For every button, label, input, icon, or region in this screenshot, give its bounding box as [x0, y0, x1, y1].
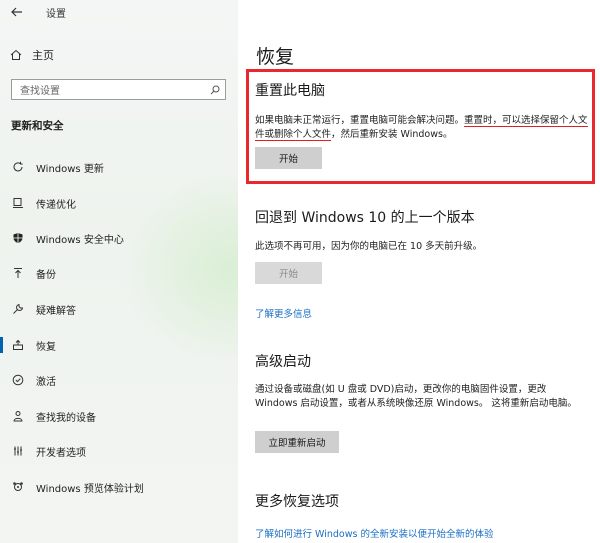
home-label: 主页: [32, 49, 54, 62]
sidebar-item-find-my-device[interactable]: 查找我的设备: [0, 406, 238, 426]
sidebar-item-troubleshoot[interactable]: 疑难解答: [0, 299, 238, 319]
recovery-icon: [10, 337, 26, 353]
insider-icon: [10, 479, 26, 495]
goback-start-button[interactable]: 开始: [255, 262, 322, 284]
reset-text-part2: ，然后重新安装 Windows。: [331, 129, 453, 140]
delivery-icon: [10, 195, 26, 211]
shield-icon: [10, 230, 26, 246]
window-title: 设置: [46, 8, 66, 20]
search-input[interactable]: 查找设置: [11, 79, 226, 100]
reset-section-title: 重置此电脑: [255, 83, 325, 99]
group-title: 更新和安全: [11, 120, 64, 132]
wrench-icon: [10, 301, 26, 317]
sidebar-item-label: 查找我的设备: [36, 412, 96, 424]
sidebar-item-label: 恢复: [36, 341, 56, 353]
learn-more-link[interactable]: 了解更多信息: [255, 306, 312, 320]
title-bar: 设置: [8, 4, 66, 20]
back-arrow-icon[interactable]: [8, 4, 26, 20]
goback-section-title: 回退到 Windows 10 的上一个版本: [255, 210, 475, 226]
sidebar-item-windows-insider[interactable]: Windows 预览体验计划: [0, 477, 238, 497]
person-location-icon: [10, 408, 26, 424]
search-icon[interactable]: [205, 85, 225, 95]
refresh-icon: [10, 159, 26, 175]
more-options-title: 更多恢复选项: [255, 494, 339, 510]
sidebar-item-label: Windows 安全中心: [36, 234, 124, 246]
goback-description: 此选项不再可用，因为你的电脑已在 10 多天前升级。: [255, 241, 483, 252]
sidebar-item-developer-options[interactable]: 开发者选项: [0, 441, 238, 461]
page-title: 恢复: [256, 46, 295, 68]
developer-icon: [10, 443, 26, 459]
sidebar-item-label: Windows 更新: [36, 163, 104, 175]
sidebar: 设置 主页 查找设置 更新和安全 Windows 更新 传递优化 Windows…: [0, 0, 238, 543]
backup-icon: [10, 265, 26, 281]
fresh-install-link[interactable]: 了解如何进行 Windows 的全新安装以便开始全新的体验: [255, 526, 493, 540]
main-panel: 恢复 重置此电脑 如果电脑未正常运行，重置电脑可能会解决问题。重置时，可以选择保…: [238, 0, 600, 543]
sidebar-item-label: 传递优化: [36, 199, 76, 211]
sidebar-item-activation[interactable]: 激活: [0, 370, 238, 390]
sidebar-item-windows-update[interactable]: Windows 更新: [0, 157, 238, 177]
home-icon: [10, 46, 22, 65]
sidebar-item-label: 开发者选项: [36, 447, 86, 459]
sidebar-item-recovery[interactable]: 恢复: [0, 335, 238, 355]
reset-description: 如果电脑未正常运行，重置电脑可能会解决问题。重置时，可以选择保留个人文件或删除个…: [255, 114, 590, 142]
advanced-section-title: 高级启动: [255, 354, 311, 370]
check-circle-icon: [10, 372, 26, 388]
restart-now-button[interactable]: 立即重新启动: [255, 431, 339, 453]
reset-start-button[interactable]: 开始: [255, 147, 322, 169]
home-nav-item[interactable]: 主页: [10, 46, 54, 64]
reset-text-part1: 如果电脑未正常运行，重置电脑可能会解决问题。: [255, 115, 465, 126]
search-placeholder: 查找设置: [20, 86, 60, 97]
sidebar-item-windows-security[interactable]: Windows 安全中心: [0, 228, 238, 248]
sidebar-item-label: 备份: [36, 269, 56, 281]
sidebar-item-label: 激活: [36, 376, 56, 388]
advanced-description: 通过设备或磁盘(如 U 盘或 DVD)启动，更改你的电脑固件设置，更改 Wind…: [255, 384, 577, 409]
sidebar-item-label: Windows 预览体验计划: [36, 483, 144, 495]
sidebar-item-backup[interactable]: 备份: [0, 263, 238, 283]
sidebar-item-label: 疑难解答: [36, 305, 76, 317]
sidebar-item-delivery-optimization[interactable]: 传递优化: [0, 193, 238, 213]
